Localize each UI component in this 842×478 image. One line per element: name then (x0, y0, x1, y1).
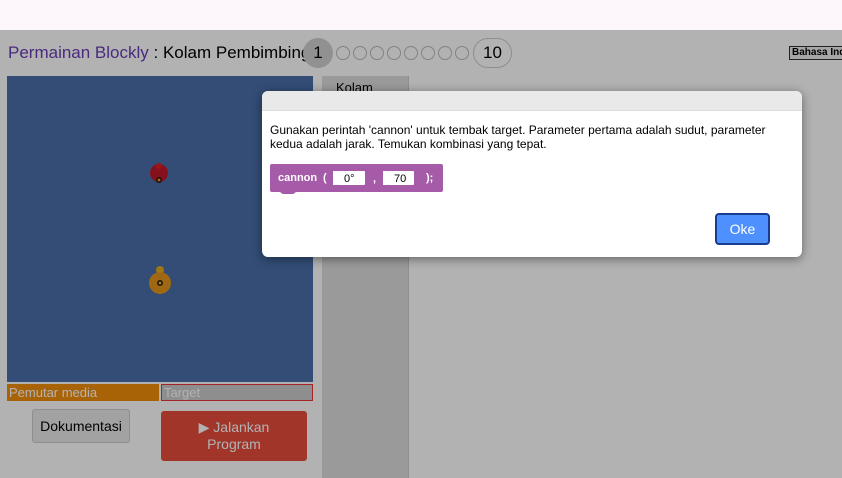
dialog-header (262, 91, 802, 111)
block-name: cannon (278, 172, 317, 184)
dialog-message: Gunakan perintah 'cannon' untuk tembak t… (270, 123, 766, 151)
block-open-paren: ( (323, 172, 327, 184)
angle-value: 0° (344, 173, 355, 185)
ok-button[interactable]: Oke (715, 213, 770, 245)
help-dialog: Gunakan perintah 'cannon' untuk tembak t… (262, 91, 802, 257)
block-close: ); (426, 172, 433, 184)
distance-value: 70 (394, 173, 406, 185)
block-comma: , (373, 173, 376, 185)
cannon-block: cannon ( 0° , 70 ); (270, 164, 443, 194)
browser-top-strip (0, 0, 842, 30)
